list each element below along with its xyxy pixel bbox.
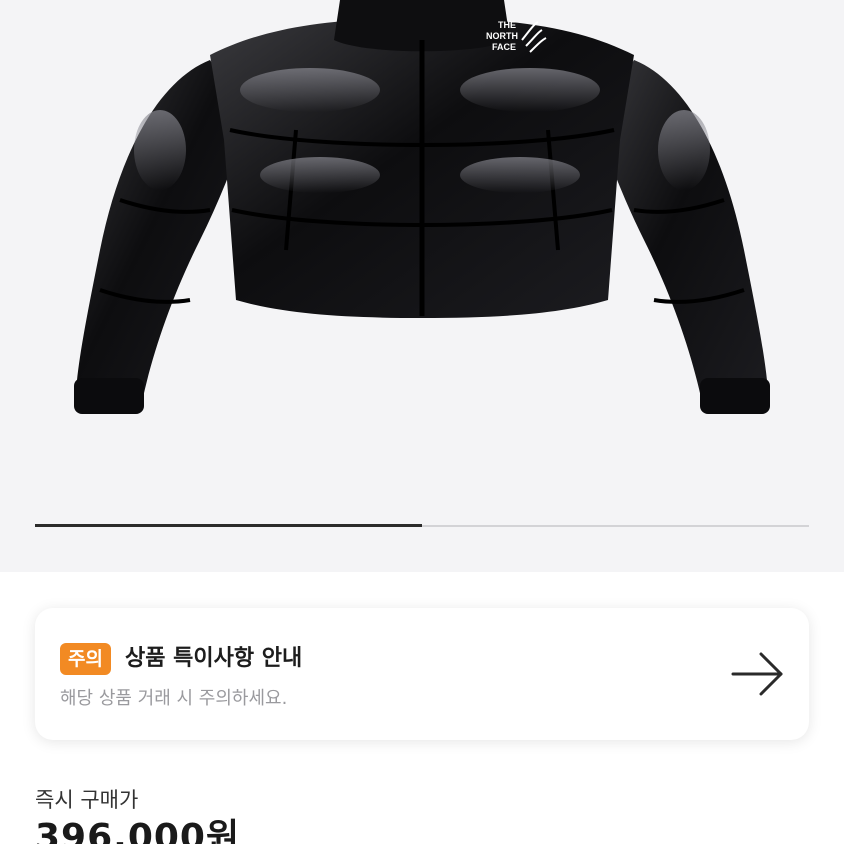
product-image-gallery[interactable]: THE NORTH FACE — [0, 0, 844, 572]
product-image: THE NORTH FACE — [74, 0, 770, 414]
gallery-progress-track — [35, 524, 809, 527]
product-page: THE NORTH FACE 주의 상품 특이사항 안내 해당 상품 거래 시 … — [0, 0, 844, 844]
instant-buy-price-label: 즉시 구매가 — [35, 788, 139, 812]
svg-text:NORTH: NORTH — [486, 31, 518, 41]
instant-buy-price: 396,000원 — [35, 817, 241, 844]
arrow-right-icon — [731, 652, 783, 696]
notice-open-button[interactable] — [725, 648, 789, 700]
svg-text:FACE: FACE — [492, 42, 516, 52]
svg-text:THE: THE — [498, 20, 516, 30]
notice-subtitle: 해당 상품 거래 시 주의하세요. — [60, 688, 288, 709]
notice-title: 상품 특이사항 안내 — [125, 646, 303, 671]
product-notice-card[interactable]: 주의 상품 특이사항 안내 해당 상품 거래 시 주의하세요. — [35, 608, 809, 740]
gallery-progress-indicator — [35, 524, 422, 527]
caution-badge: 주의 — [60, 643, 111, 675]
